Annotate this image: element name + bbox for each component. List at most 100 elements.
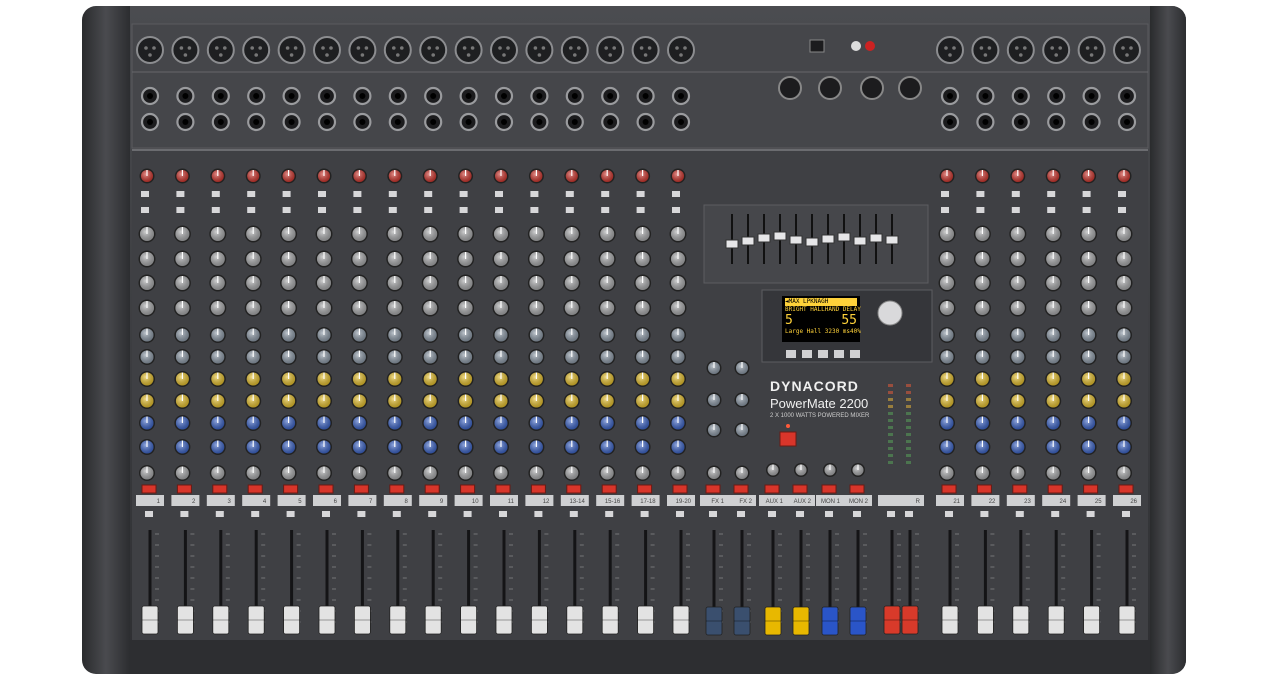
aux-send-knob[interactable]: [974, 371, 991, 387]
fader-cap[interactable]: [1047, 605, 1065, 635]
aux-send-knob[interactable]: [386, 393, 403, 409]
fader-cap[interactable]: [1083, 605, 1100, 635]
fx-send-knob[interactable]: [974, 327, 991, 343]
xlr-input[interactable]: [348, 36, 377, 64]
eq-knob[interactable]: [563, 299, 581, 317]
jack-socket[interactable]: [211, 86, 230, 106]
fx-send-knob[interactable]: [599, 327, 616, 343]
aux-send-knob[interactable]: [493, 393, 509, 409]
pfl-button[interactable]: [737, 511, 745, 517]
fader-cap[interactable]: [424, 605, 442, 635]
fx-send-knob[interactable]: [634, 327, 651, 343]
mon-send-knob[interactable]: [280, 439, 297, 455]
aux-send-knob[interactable]: [457, 371, 474, 387]
fx-send-knob[interactable]: [422, 327, 439, 343]
pfl-button[interactable]: [709, 511, 717, 517]
fx-send-knob[interactable]: [457, 349, 474, 365]
aux-send-knob[interactable]: [493, 371, 509, 387]
eq-knob[interactable]: [563, 225, 581, 243]
mon-send-knob[interactable]: [599, 439, 616, 455]
lo-cut-button[interactable]: [388, 191, 397, 197]
jack-socket[interactable]: [601, 112, 620, 132]
mon-send-knob[interactable]: [209, 439, 226, 455]
fx-send-knob[interactable]: [174, 327, 191, 343]
fader-cap[interactable]: [247, 605, 265, 635]
pfl-button[interactable]: [499, 511, 507, 517]
lo-cut-button[interactable]: [353, 191, 362, 197]
pfl-button[interactable]: [768, 511, 776, 517]
gain-knob[interactable]: [351, 168, 367, 184]
eq-knob[interactable]: [138, 274, 156, 292]
fader-cap[interactable]: [1118, 605, 1136, 635]
mon-send-knob[interactable]: [493, 415, 509, 431]
fx-send-knob[interactable]: [386, 327, 403, 343]
eq-knob[interactable]: [138, 250, 156, 268]
fx-send-knob[interactable]: [1080, 349, 1097, 365]
mon-send-knob[interactable]: [1045, 439, 1062, 455]
gain-knob[interactable]: [281, 168, 297, 184]
mute-button[interactable]: [792, 484, 808, 494]
eq-knob[interactable]: [527, 225, 545, 243]
pan-knob[interactable]: [280, 465, 297, 481]
jack-socket[interactable]: [282, 86, 301, 106]
pfl-button[interactable]: [569, 511, 578, 517]
eq-knob[interactable]: [938, 299, 956, 317]
pan-knob[interactable]: [1116, 465, 1132, 481]
eq-knob[interactable]: [280, 250, 298, 268]
gain-knob[interactable]: [670, 168, 686, 184]
fx-send-knob[interactable]: [493, 327, 509, 343]
mon-send-knob[interactable]: [1116, 439, 1132, 455]
fx-send-knob[interactable]: [1045, 327, 1062, 343]
aux-send-knob[interactable]: [1045, 393, 1062, 409]
gain-knob[interactable]: [1010, 168, 1026, 184]
aux-send-knob[interactable]: [209, 393, 226, 409]
aux-send-knob[interactable]: [528, 371, 545, 387]
jack-socket[interactable]: [388, 112, 407, 132]
mute-button[interactable]: [212, 484, 228, 494]
fx-send-knob[interactable]: [599, 349, 616, 365]
mon-send-knob[interactable]: [599, 415, 616, 431]
aux-send-knob[interactable]: [209, 371, 226, 387]
eq-knob[interactable]: [173, 274, 191, 292]
pfl-button[interactable]: [605, 511, 614, 517]
fx-send-knob[interactable]: [493, 349, 509, 365]
aux-send-knob[interactable]: [1045, 371, 1062, 387]
mute-button[interactable]: [733, 484, 749, 494]
eq-knob[interactable]: [386, 299, 404, 317]
fx-send-knob[interactable]: [209, 327, 226, 343]
gain-knob[interactable]: [1116, 168, 1132, 184]
pfl-button[interactable]: [251, 511, 260, 517]
fx-send-knob[interactable]: [457, 327, 474, 343]
comp-button[interactable]: [211, 207, 220, 213]
fx-send-knob[interactable]: [528, 349, 545, 365]
lo-cut-button[interactable]: [459, 191, 468, 197]
eq-knob[interactable]: [173, 299, 191, 317]
pfl-button[interactable]: [392, 511, 401, 517]
xlr-input[interactable]: [631, 36, 660, 64]
comp-button[interactable]: [1047, 207, 1056, 213]
xlr-input[interactable]: [936, 36, 964, 64]
eq-knob[interactable]: [1009, 225, 1027, 243]
lo-cut-button[interactable]: [141, 191, 149, 197]
fader-cap[interactable]: [566, 605, 584, 635]
pan-knob[interactable]: [939, 465, 955, 481]
fader-cap[interactable]: [389, 605, 407, 635]
mute-button[interactable]: [1012, 484, 1028, 494]
eq-knob[interactable]: [634, 299, 652, 317]
eq-knob[interactable]: [669, 225, 687, 243]
aux-send-knob[interactable]: [528, 393, 545, 409]
fader-cap[interactable]: [637, 605, 654, 635]
xlr-input[interactable]: [596, 36, 625, 64]
lo-cut-button[interactable]: [424, 191, 433, 197]
eq-knob[interactable]: [209, 299, 227, 317]
xlr-input[interactable]: [490, 36, 518, 64]
fader-cap[interactable]: [792, 606, 810, 636]
aux-mon-knob[interactable]: [851, 463, 865, 477]
aux-send-knob[interactable]: [1080, 371, 1097, 387]
mute-button[interactable]: [637, 484, 653, 494]
pan-knob[interactable]: [316, 465, 332, 481]
eq-knob[interactable]: [457, 299, 475, 317]
mon-send-knob[interactable]: [1009, 415, 1026, 431]
jack-socket[interactable]: [424, 112, 443, 132]
mon-send-knob[interactable]: [974, 415, 991, 431]
